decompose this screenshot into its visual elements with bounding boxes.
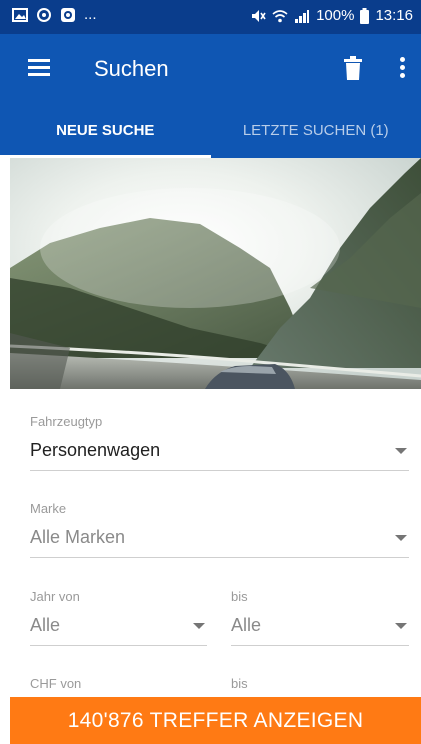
menu-icon[interactable] [28, 59, 50, 77]
jahr-von-label: Jahr von [30, 589, 80, 604]
marke-label: Marke [30, 501, 67, 516]
jahr-von-select[interactable]: Jahr von Alle [30, 589, 207, 646]
dropdown-arrow-icon [395, 535, 407, 541]
cast-icon [61, 8, 75, 22]
status-left: ... [12, 7, 97, 23]
tab-label: LETZTE SUCHEN (1) [242, 122, 389, 139]
tab-letzte-suchen[interactable]: LETZTE SUCHEN (1) [211, 106, 421, 158]
status-right: 100% 13:16 [250, 7, 413, 24]
show-results-button[interactable]: 140'876 TREFFER ANZEIGEN [10, 697, 421, 744]
trash-icon[interactable] [344, 56, 362, 80]
signal-icon [295, 9, 310, 23]
tab-bar: NEUE SUCHE LETZTE SUCHEN (1) [0, 106, 421, 158]
image-icon [12, 8, 28, 22]
battery-level: 100% [316, 7, 355, 24]
dropdown-arrow-icon [395, 448, 407, 454]
app-bar: Suchen [0, 34, 421, 106]
mute-icon [252, 9, 266, 22]
jahr-bis-value: Alle [231, 615, 262, 635]
page-title: Suchen [94, 56, 169, 81]
fahrzeugtyp-value: Personenwagen [30, 440, 161, 460]
chf-bis-label: bis [231, 676, 248, 691]
jahr-von-value: Alle [30, 615, 61, 635]
wifi-icon [272, 9, 288, 22]
fahrzeugtyp-select[interactable]: Fahrzeugtyp Personenwagen [30, 414, 409, 471]
marke-select[interactable]: Marke Alle Marken [30, 501, 409, 558]
hero-image [10, 158, 421, 389]
notification-more: ... [84, 6, 97, 23]
mountain-road-image [10, 158, 421, 389]
battery-icon [360, 7, 370, 24]
marke-value: Alle Marken [30, 527, 126, 547]
status-bar: ... 100% 13:16 [0, 0, 421, 34]
jahr-bis-label: bis [231, 589, 248, 604]
tab-neue-suche[interactable]: NEUE SUCHE [0, 106, 211, 158]
fahrzeugtyp-label: Fahrzeugtyp [30, 414, 103, 429]
tab-label: NEUE SUCHE [56, 122, 155, 139]
status-time: 13:16 [375, 7, 413, 24]
more-vert-icon[interactable] [398, 57, 406, 81]
chf-von-label: CHF von [30, 676, 82, 691]
dropdown-arrow-icon [193, 623, 205, 629]
jahr-bis-select[interactable]: bis Alle [231, 589, 409, 646]
dropdown-arrow-icon [395, 623, 407, 629]
at-icon [37, 8, 51, 22]
